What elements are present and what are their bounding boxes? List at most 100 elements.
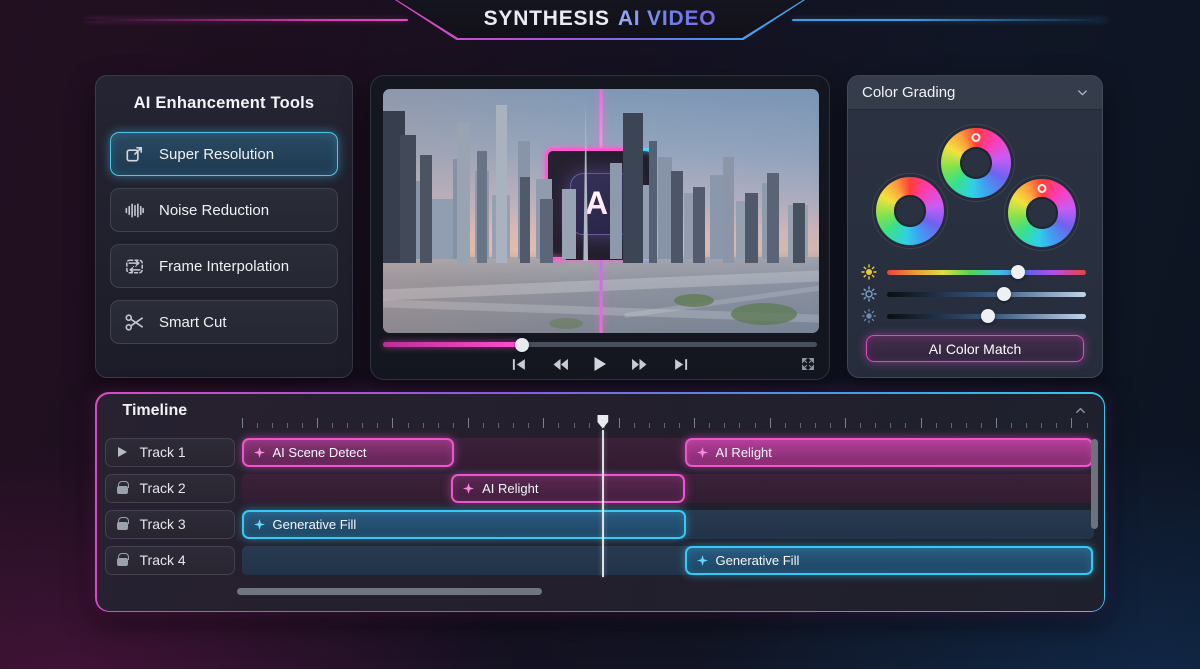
ruler-tick [242,418,243,428]
ruler-tick [1087,423,1088,428]
timeline-vertical-scrollbar[interactable] [1091,439,1098,529]
ai-color-match-button[interactable]: AI Color Match [866,335,1084,362]
hue-slider-track[interactable] [887,270,1086,275]
tool-label: Noise Reduction [159,202,269,219]
fullscreen-button[interactable] [801,357,815,371]
timeline-lane[interactable]: Generative Fill [242,546,1094,575]
tool-super-resolution[interactable]: Super Resolution [110,132,338,176]
playback-progress-bar[interactable] [383,342,817,347]
building [723,157,734,263]
color-grading-panel: Color Grading AI Color Match [847,75,1103,378]
progress-fill [383,342,522,347]
ruler-tick [302,423,303,428]
title-banner: SYNTHESIS AI VIDEO [395,0,805,40]
sun-yellow-icon [861,264,877,280]
building [658,157,672,259]
lock-icon[interactable] [116,482,130,494]
ruler-tick [981,423,982,428]
building [671,171,683,263]
building [496,105,507,263]
ruler-tick [1071,418,1072,428]
sparkle-icon [463,483,474,494]
progress-handle[interactable] [515,338,529,352]
ruler-tick [966,423,967,428]
tool-frame-interpolation[interactable]: Frame Interpolation [110,244,338,288]
lock-icon[interactable] [116,518,130,530]
track-row: Track 3 Generative Fill [97,510,1104,539]
ruler-tick [483,423,484,428]
building [710,175,724,259]
midtones-wheel[interactable] [941,128,1011,198]
ruler-tick [679,423,680,428]
timeline-clip[interactable]: Generative Fill [242,510,687,539]
highlights-wheel[interactable] [1008,179,1076,247]
skip-end-button[interactable] [672,358,688,371]
ruler-tick [287,423,288,428]
exposure-slider [861,308,1086,324]
ruler-tick [724,423,725,428]
timeline-panel-frame: Timeline Track 1 AI Scene DetectAI Relig… [95,392,1105,612]
wheel-indicator[interactable] [972,133,981,142]
building [420,155,432,263]
track-header-2[interactable]: Track 2 [105,474,235,503]
track-header-3[interactable]: Track 3 [105,510,235,539]
sun-muted-icon [861,308,877,324]
timeline-clip[interactable]: AI Relight [685,438,1094,467]
wheel-indicator[interactable] [1038,184,1047,193]
video-preview[interactable]: AI [383,89,819,333]
exposure-slider-handle[interactable] [981,309,995,323]
tool-smart-cut[interactable]: Smart Cut [110,300,338,344]
color-grading-header[interactable]: Color Grading [848,76,1102,110]
playhead-line [602,430,604,577]
rewind-button[interactable] [552,358,569,371]
timeline-clip[interactable]: AI Scene Detect [242,438,454,467]
fast-forward-button[interactable] [631,358,648,371]
ruler-tick [543,418,544,428]
timeline-lane[interactable]: Generative Fill [242,510,1094,539]
play-icon[interactable] [116,447,130,457]
timeline-horizontal-scrollbar[interactable] [237,588,542,595]
ruler-tick [332,423,333,428]
hue-slider [861,264,1086,280]
building [745,193,758,263]
ruler-tick [272,423,273,428]
timeline-lane[interactable]: AI Relight [242,474,1094,503]
timeline-ruler[interactable] [242,416,1087,428]
timeline-clip[interactable]: Generative Fill [685,546,1094,575]
color-grading-title: Color Grading [862,84,1075,101]
hue-slider-handle[interactable] [1011,265,1025,279]
ruler-tick [589,423,590,428]
ruler-tick [951,423,952,428]
app-title: SYNTHESIS [484,7,610,31]
fast-forward-icon [631,358,648,371]
brightness-slider-track[interactable] [887,292,1086,297]
building [562,189,576,259]
skip-start-button[interactable] [512,358,528,371]
timeline-clip[interactable]: AI Relight [451,474,685,503]
ruler-tick [408,423,409,428]
timeline-lane[interactable]: AI Scene Detect AI Relight [242,438,1094,467]
tool-noise-reduction[interactable]: Noise Reduction [110,188,338,232]
ruler-tick [890,423,891,428]
lock-icon[interactable] [116,554,130,566]
ruler-tick [634,423,635,428]
ruler-tick [574,423,575,428]
brightness-slider-handle[interactable] [997,287,1011,301]
ruler-tick [709,423,710,428]
track-header-4[interactable]: Track 4 [105,546,235,575]
track-header-1[interactable]: Track 1 [105,438,235,467]
ruler-tick [423,423,424,428]
clip-label: AI Scene Detect [273,445,367,460]
header-neon-line-left [86,19,408,21]
exposure-slider-track[interactable] [887,314,1086,319]
clip-label: Generative Fill [273,517,357,532]
ruler-tick [694,418,695,428]
shadows-wheel[interactable] [876,177,944,245]
ruler-tick [377,423,378,428]
ruler-tick [362,423,363,428]
track-row: Track 2 AI Relight [97,474,1104,503]
play-button[interactable] [593,356,607,372]
fullscreen-icon [801,357,815,371]
ruler-tick [770,418,771,428]
ruler-tick [347,423,348,428]
